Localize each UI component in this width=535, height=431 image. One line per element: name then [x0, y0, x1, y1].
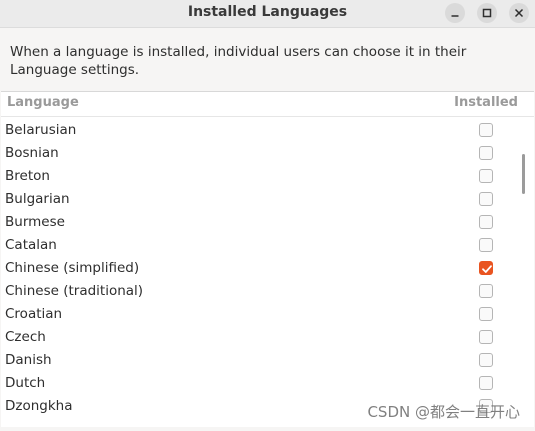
- installed-checkbox[interactable]: [479, 353, 493, 367]
- installed-checkbox[interactable]: [479, 261, 493, 275]
- language-name: Dutch: [5, 375, 46, 391]
- maximize-icon: [482, 8, 492, 18]
- column-header-language[interactable]: Language: [7, 95, 79, 110]
- language-name: Chinese (simplified): [5, 260, 140, 276]
- installed-checkbox[interactable]: [479, 376, 493, 390]
- list-item[interactable]: Bosnian: [1, 142, 534, 165]
- list-item[interactable]: Czech: [1, 326, 534, 349]
- language-name: Croatian: [5, 306, 63, 322]
- installed-checkbox[interactable]: [479, 123, 493, 137]
- installed-checkbox[interactable]: [479, 215, 493, 229]
- language-name: Czech: [5, 329, 46, 345]
- watermark: CSDN @都会一直开心: [367, 403, 520, 421]
- language-name: Catalan: [5, 237, 57, 253]
- list-item[interactable]: Danish: [1, 349, 534, 372]
- language-name: Bulgarian: [5, 191, 70, 207]
- column-header-installed[interactable]: Installed: [454, 95, 518, 110]
- language-name: Burmese: [5, 214, 65, 230]
- list-item[interactable]: Chinese (simplified): [1, 257, 534, 280]
- language-name: Bosnian: [5, 145, 59, 161]
- installed-checkbox[interactable]: [479, 169, 493, 183]
- list-item[interactable]: Bulgarian: [1, 188, 534, 211]
- minimize-icon: [451, 15, 459, 17]
- list-item[interactable]: Burmese: [1, 211, 534, 234]
- minimize-button[interactable]: [445, 3, 465, 23]
- list-item[interactable]: Breton: [1, 165, 534, 188]
- title-bar: Installed Languages: [0, 0, 535, 28]
- checkmark-icon: [482, 265, 492, 273]
- installed-checkbox[interactable]: [479, 284, 493, 298]
- language-name: Breton: [5, 168, 50, 184]
- maximize-button[interactable]: [477, 3, 497, 23]
- language-name: Chinese (traditional): [5, 283, 144, 299]
- language-name: Belarusian: [5, 122, 77, 138]
- installed-checkbox[interactable]: [479, 192, 493, 206]
- language-name: Danish: [5, 352, 52, 368]
- list-item[interactable]: Croatian: [1, 303, 534, 326]
- list-item[interactable]: Dutch: [1, 372, 534, 395]
- language-name: Dzongkha: [5, 398, 73, 414]
- close-button[interactable]: [509, 3, 529, 23]
- list-item[interactable]: Catalan: [1, 234, 534, 257]
- language-rows: Belarusian Bosnian Breton Bulgarian Burmese C…: [1, 119, 534, 418]
- close-icon: [514, 8, 524, 18]
- installed-checkbox[interactable]: [479, 330, 493, 344]
- scrollbar[interactable]: [522, 154, 525, 194]
- installed-checkbox[interactable]: [479, 146, 493, 160]
- installed-checkbox[interactable]: [479, 307, 493, 321]
- list-item[interactable]: Belarusian: [1, 119, 534, 142]
- list-header: Language Installed: [1, 92, 534, 117]
- language-list[interactable]: Language Installed Belarusian Bosnian Bret…: [1, 91, 534, 427]
- installed-languages-window: Installed Languages When a language is i…: [0, 0, 535, 431]
- description-text: When a language is installed, individual…: [10, 44, 467, 78]
- installed-checkbox[interactable]: [479, 238, 493, 252]
- list-item[interactable]: Chinese (traditional): [1, 280, 534, 303]
